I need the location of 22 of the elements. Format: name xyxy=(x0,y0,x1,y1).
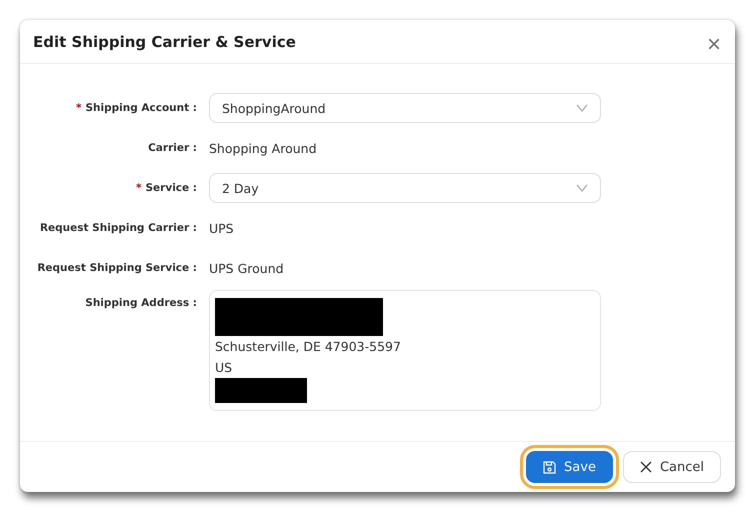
chevron-down-icon xyxy=(576,184,588,192)
cancel-button[interactable]: Cancel xyxy=(622,451,721,483)
dialog-title: Edit Shipping Carrier & Service xyxy=(33,32,296,50)
field-value: UPS xyxy=(209,220,235,238)
field-label: Shipping Address : xyxy=(85,297,197,309)
address-line: US xyxy=(215,359,234,378)
field-value: UPS Ground xyxy=(209,260,285,278)
field-label: Request Shipping Service : xyxy=(37,262,197,274)
field-label: Shipping Account : xyxy=(85,102,197,114)
save-icon xyxy=(543,460,556,474)
select-field[interactable]: 2 Day xyxy=(209,173,601,203)
field-label: Request Shipping Carrier : xyxy=(40,222,197,234)
required-mark: * xyxy=(136,182,142,194)
required-mark: * xyxy=(76,102,82,114)
close-button[interactable]: × xyxy=(706,32,721,56)
address-line: Schusterville, DE 47903-5597 xyxy=(215,338,402,356)
field-label: Service : xyxy=(145,182,197,194)
field-label: Carrier : xyxy=(148,142,197,154)
field-value: Shopping Around xyxy=(209,140,318,158)
select-field[interactable]: ShoppingAround xyxy=(209,93,601,123)
close-icon xyxy=(640,461,652,473)
chevron-down-icon xyxy=(576,104,588,112)
